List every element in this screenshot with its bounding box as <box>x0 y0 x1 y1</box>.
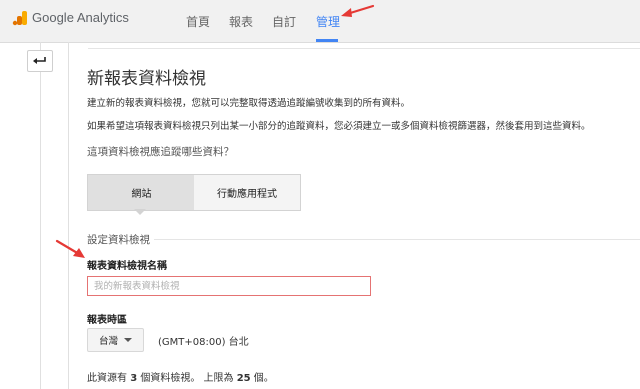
chevron-down-icon <box>124 338 132 342</box>
settings-heading: 設定資料檢視 <box>87 234 150 246</box>
timezone-country-dropdown[interactable]: 台灣 <box>87 328 144 352</box>
timezone-label: 報表時區 <box>87 315 127 326</box>
annotation-arrow-icon <box>55 239 85 258</box>
back-button[interactable] <box>27 50 53 72</box>
page-title: 新報表資料檢視 <box>87 69 206 89</box>
left-rail <box>40 42 41 389</box>
view-name-input[interactable] <box>87 276 371 296</box>
active-tab-indicator <box>316 39 338 42</box>
filter-hint-text: 如果希望這項報表資料檢視只列出某一小部分的追蹤資料，您必須建立一或多個資料檢視篩… <box>87 121 591 132</box>
brand-name: Google Analytics <box>32 10 129 25</box>
timezone-country: 台灣 <box>98 336 118 347</box>
timezone-value: (GMT+08:00) 台北 <box>158 337 249 348</box>
segment-website[interactable]: 網站 <box>87 174 196 211</box>
intro-text: 建立新的報表資料檢視，您就可以完整取得透過追蹤編號收集到的所有資料。 <box>87 98 411 109</box>
segment-mobile-app[interactable]: 行動應用程式 <box>194 174 301 211</box>
view-name-label: 報表資料檢視名稱 <box>87 261 167 272</box>
analytics-logo-icon <box>12 11 27 26</box>
annotation-arrow-icon <box>341 4 375 17</box>
nav-home[interactable]: 首頁 <box>186 13 210 30</box>
nav-customize[interactable]: 自訂 <box>272 13 296 30</box>
divider <box>154 239 640 240</box>
segment-pointer <box>134 209 146 215</box>
return-arrow-icon <box>33 57 46 64</box>
view-count-note: 此資源有 3 個資料檢視。 上限為 25 個。 <box>87 373 274 384</box>
tracking-question: 這項資料檢視應追蹤哪些資料？ <box>87 146 234 158</box>
divider <box>88 48 640 49</box>
panel-border <box>68 42 69 389</box>
nav-reports[interactable]: 報表 <box>229 13 253 30</box>
top-bar: Google Analytics 首頁 報表 自訂 管理 <box>0 0 640 43</box>
